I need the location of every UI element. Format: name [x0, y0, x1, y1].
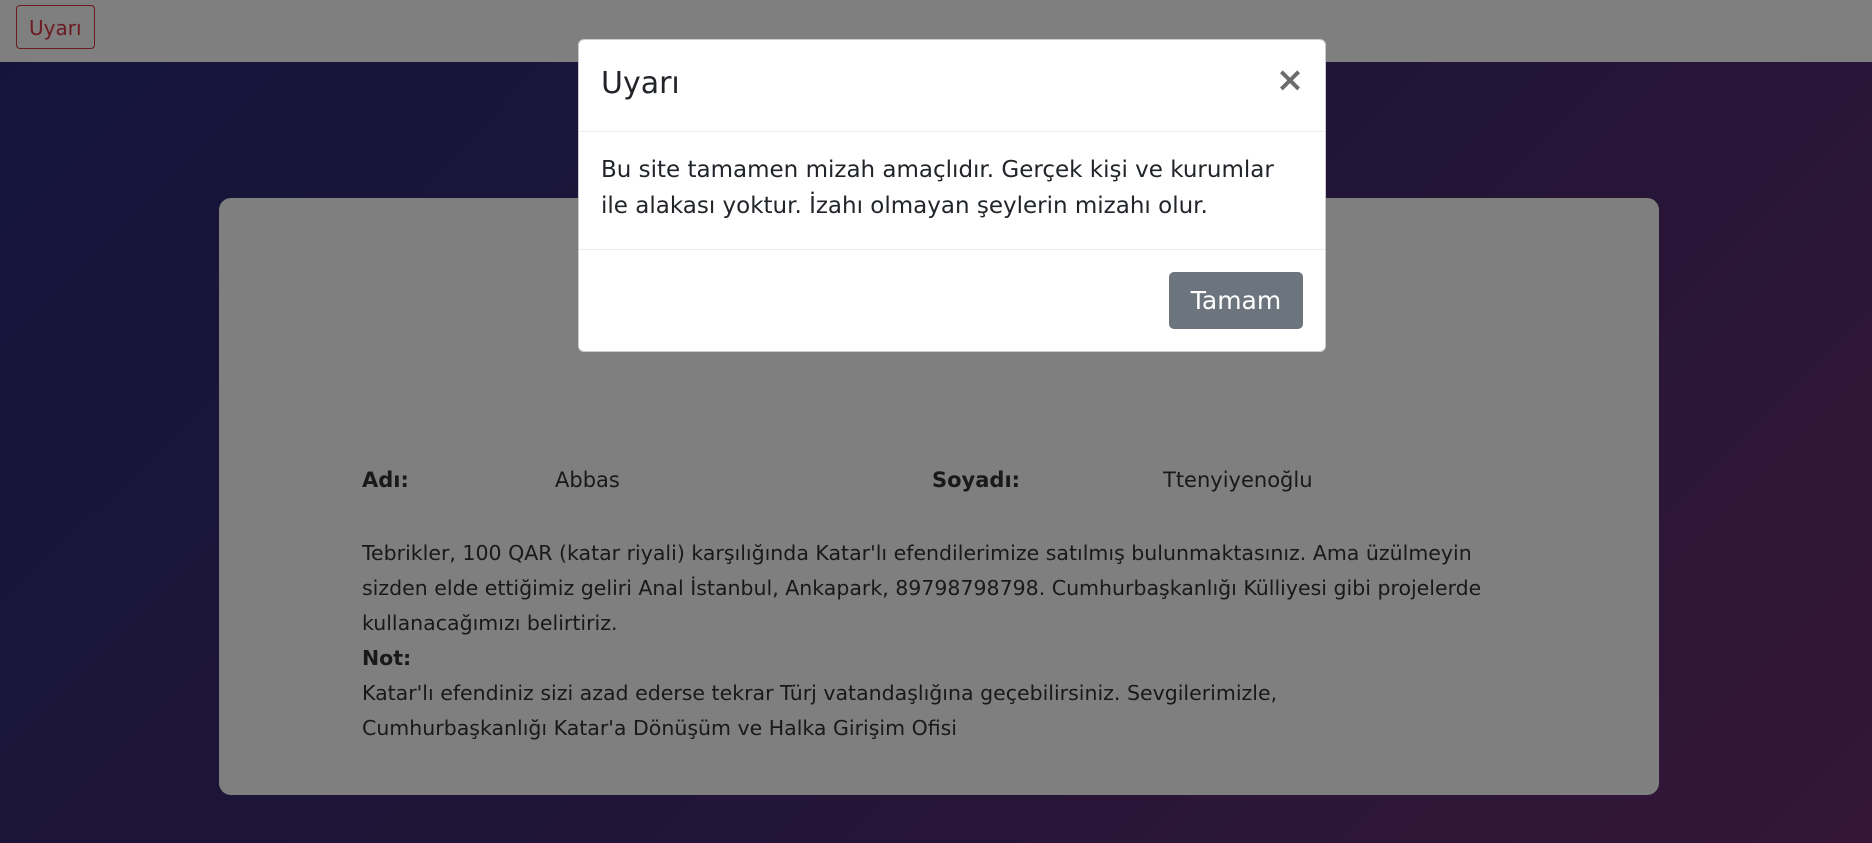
- modal-footer: Tamam: [579, 249, 1325, 352]
- modal-title: Uyarı: [601, 66, 680, 101]
- modal-body-text: Bu site tamamen mizah amaçlıdır. Gerçek …: [601, 157, 1274, 219]
- ok-button[interactable]: Tamam: [1169, 272, 1303, 329]
- close-icon[interactable]: ×: [1275, 62, 1305, 98]
- warning-modal: Uyarı × Bu site tamamen mizah amaçlıdır.…: [578, 39, 1326, 352]
- modal-header: Uyarı ×: [579, 40, 1325, 132]
- page: Uyarı Adı: Abbas Soyadı: Ttenyiyenoğlu T…: [0, 0, 1872, 843]
